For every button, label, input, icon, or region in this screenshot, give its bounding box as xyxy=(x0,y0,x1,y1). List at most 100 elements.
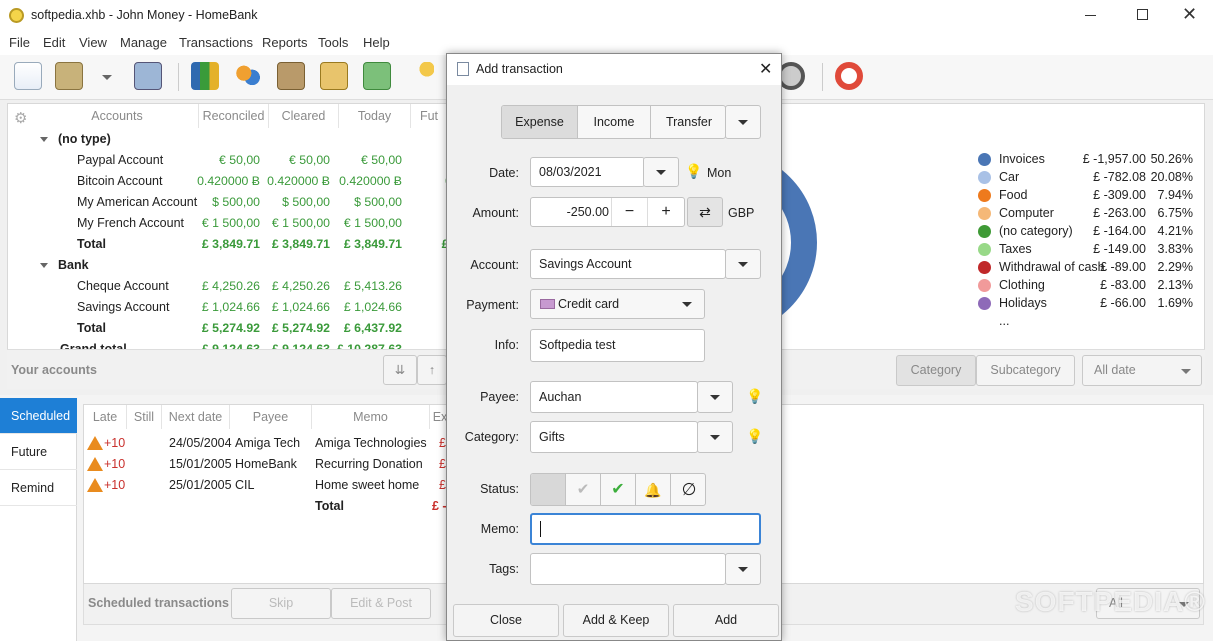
menu-reports[interactable]: Reports xyxy=(262,35,308,50)
expander-icon[interactable] xyxy=(40,137,48,142)
maximize-icon[interactable] xyxy=(1137,9,1148,20)
wizard-icon[interactable] xyxy=(406,62,434,90)
amount-minus-button[interactable]: − xyxy=(611,198,647,226)
account-row[interactable]: Paypal Account € 50,00 € 50,00 € 50,00 xyxy=(8,150,478,171)
status-void-button[interactable]: ∅ xyxy=(671,474,705,505)
archives-icon[interactable] xyxy=(320,62,348,90)
categories-icon[interactable] xyxy=(277,62,305,90)
col-today[interactable]: Today xyxy=(339,104,411,128)
menu-edit[interactable]: Edit xyxy=(43,35,65,50)
account-group[interactable]: (no type) xyxy=(40,129,111,150)
info-input[interactable]: Softpedia test xyxy=(530,329,705,362)
close-button[interactable]: Close xyxy=(453,604,559,637)
status-cleared-button[interactable]: ✔ xyxy=(566,474,601,505)
type-income-button[interactable]: Income xyxy=(578,106,651,138)
account-row[interactable]: My French Account € 1 500,00 € 1 500,00 € 1… xyxy=(8,213,478,234)
tags-dropdown[interactable] xyxy=(725,553,761,585)
save-icon[interactable] xyxy=(134,62,162,90)
scheduled-row[interactable]: +10 25/01/2005 CIL Home sweet home £ xyxy=(84,475,454,496)
skip-button[interactable]: Skip xyxy=(231,588,331,619)
account-dropdown[interactable] xyxy=(725,249,761,279)
type-more-dropdown[interactable] xyxy=(725,105,761,139)
collapse-all-button[interactable]: ↑ xyxy=(417,355,447,385)
col-payee[interactable]: Payee xyxy=(230,405,312,429)
add-keep-button[interactable]: Add & Keep xyxy=(563,604,669,637)
type-expense-button[interactable]: Expense xyxy=(502,106,578,138)
payee-dropdown[interactable] xyxy=(697,381,733,413)
tags-input[interactable] xyxy=(530,553,726,585)
total-today: £ 3,849.71 xyxy=(343,237,402,251)
scheduled-row[interactable]: +10 24/05/2004 Amiga Tech Amiga Technologie… xyxy=(84,433,454,454)
tab-future[interactable]: Future xyxy=(0,434,77,470)
menu-view[interactable]: View xyxy=(79,35,107,50)
amount-plus-button[interactable]: + xyxy=(647,198,684,226)
tab-subcategory[interactable]: Subcategory xyxy=(976,355,1075,386)
amount-input[interactable]: -250.00 − + xyxy=(530,197,685,227)
payment-select[interactable]: Credit card xyxy=(530,289,705,319)
legend-item[interactable]: Withdrawal of cash £ -89.00 2.29% xyxy=(977,258,1199,276)
edit-post-button[interactable]: Edit & Post xyxy=(331,588,431,619)
toggle-sign-button[interactable]: ⇄ xyxy=(687,197,723,227)
col-still[interactable]: Still xyxy=(127,405,162,429)
dialog-close-icon[interactable]: ✕ xyxy=(759,59,772,79)
legend-item[interactable]: Taxes £ -149.00 3.83% xyxy=(977,240,1199,258)
col-next-date[interactable]: Next date xyxy=(162,405,230,429)
status-none-button[interactable] xyxy=(531,474,566,505)
amount-cleared: $ 500,00 xyxy=(282,195,330,209)
app-icon xyxy=(9,8,24,23)
help-lifebuoy-icon[interactable] xyxy=(835,62,863,90)
menu-transactions[interactable]: Transactions xyxy=(179,35,253,50)
account-select[interactable]: Savings Account xyxy=(530,249,726,279)
legend-item[interactable]: Car £ -782.08 20.08% xyxy=(977,168,1199,186)
amount-cleared: € 1 500,00 xyxy=(271,216,330,230)
account-row[interactable]: My American Account $ 500,00 $ 500,00 $ 500… xyxy=(8,192,478,213)
new-file-icon[interactable] xyxy=(14,62,42,90)
tab-scheduled[interactable]: Scheduled xyxy=(0,398,77,434)
col-future[interactable]: Fut xyxy=(411,104,447,128)
account-row[interactable]: Cheque Account £ 4,250.26 £ 4,250.26 £ 5,41… xyxy=(8,276,478,297)
chevron-down-icon[interactable] xyxy=(102,75,112,80)
account-group[interactable]: Bank xyxy=(40,255,89,276)
col-reconciled[interactable]: Reconciled xyxy=(199,104,269,128)
col-late[interactable]: Late xyxy=(84,405,127,429)
payee-input[interactable]: Auchan xyxy=(530,381,698,413)
open-file-icon[interactable] xyxy=(55,62,83,90)
menu-tools[interactable]: Tools xyxy=(318,35,348,50)
status-remind-bell-icon[interactable]: 🔔 xyxy=(636,474,671,505)
legend-item[interactable]: Clothing £ -83.00 2.13% xyxy=(977,276,1199,294)
menu-manage[interactable]: Manage xyxy=(120,35,167,50)
type-transfer-button[interactable]: Transfer xyxy=(651,106,725,138)
col-cleared[interactable]: Cleared xyxy=(269,104,339,128)
budget-icon[interactable] xyxy=(363,62,391,90)
legend-item[interactable]: Holidays £ -66.00 1.69% xyxy=(977,294,1199,312)
payees-icon[interactable] xyxy=(234,62,262,90)
tab-remind[interactable]: Remind xyxy=(0,470,77,506)
menu-file[interactable]: File xyxy=(9,35,30,50)
menu-bar: File Edit View Manage Transactions Repor… xyxy=(0,31,1213,55)
date-range-select[interactable]: All date xyxy=(1082,355,1202,386)
account-row[interactable]: Savings Account £ 1,024.66 £ 1,024.66 £ 1,0… xyxy=(8,297,478,318)
date-dropdown[interactable] xyxy=(643,157,679,187)
tab-category[interactable]: Category xyxy=(896,355,976,386)
date-input[interactable]: 08/03/2021 xyxy=(530,157,645,187)
menu-help[interactable]: Help xyxy=(363,35,390,50)
accounts-icon[interactable] xyxy=(191,62,219,90)
add-button[interactable]: Add xyxy=(673,604,779,637)
legend-item[interactable]: Computer £ -263.00 6.75% xyxy=(977,204,1199,222)
col-memo[interactable]: Memo xyxy=(312,405,430,429)
category-input[interactable]: Gifts xyxy=(530,421,698,453)
status-reconciled-button[interactable]: ✔ xyxy=(601,474,636,505)
memo-input[interactable] xyxy=(530,513,761,545)
legend-item[interactable]: Food £ -309.00 7.94% xyxy=(977,186,1199,204)
legend-item[interactable]: (no category) £ -164.00 4.21% xyxy=(977,222,1199,240)
legend-item[interactable]: Invoices £ -1,957.00 50.26% xyxy=(977,150,1199,168)
expander-icon[interactable] xyxy=(40,263,48,268)
close-icon[interactable]: ✕ xyxy=(1182,4,1197,25)
scheduled-row[interactable]: +10 15/01/2005 HomeBank Recurring Donation £ xyxy=(84,454,454,475)
expand-all-button[interactable]: ⇊ xyxy=(383,355,417,385)
category-dropdown[interactable] xyxy=(697,421,733,453)
minimize-icon[interactable] xyxy=(1085,15,1096,16)
gear-icon[interactable]: ⚙ xyxy=(14,109,27,127)
col-accounts[interactable]: Accounts xyxy=(36,104,199,128)
account-row[interactable]: Bitcoin Account 0.420000 Ƀ 0.420000 Ƀ 0.420… xyxy=(8,171,478,192)
